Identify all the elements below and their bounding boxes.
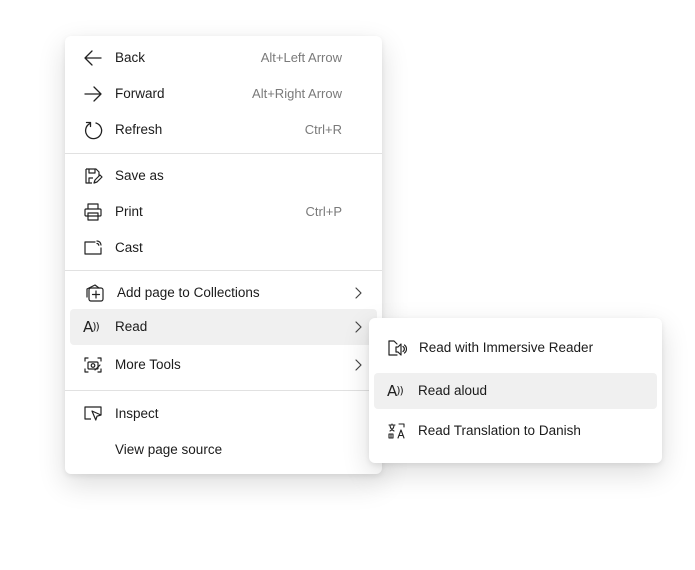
menu-item-immersive-reader[interactable]: Read with Immersive Reader: [374, 330, 657, 366]
menu-item-label: Forward: [115, 86, 165, 101]
menu-item-label: Read Translation to Danish: [418, 423, 581, 438]
inspect-icon: [83, 404, 103, 424]
menu-item-read[interactable]: A)) Read: [70, 309, 377, 345]
menu-item-shortcut: Alt+Right Arrow: [252, 86, 342, 101]
context-menu: Back Alt+Left Arrow Forward Alt+Right Ar…: [65, 36, 382, 474]
refresh-icon: [83, 120, 103, 140]
more-tools-icon: [83, 355, 103, 375]
menu-item-add-to-collections[interactable]: Add page to Collections: [70, 275, 377, 311]
menu-item-print[interactable]: Print Ctrl+P: [70, 194, 377, 230]
chevron-right-icon: [351, 320, 365, 334]
menu-item-label: Inspect: [115, 406, 159, 421]
translate-icon: [387, 421, 407, 441]
cast-icon: [83, 238, 103, 258]
immersive-reader-icon: [387, 338, 407, 358]
menu-item-cast[interactable]: Cast: [70, 230, 377, 266]
menu-item-label: Cast: [115, 240, 143, 255]
menu-item-label: Refresh: [115, 122, 163, 137]
menu-item-label: View page source: [115, 442, 223, 457]
menu-item-label: Back: [115, 50, 146, 65]
read-aloud-icon: A)): [387, 382, 404, 400]
menu-item-forward[interactable]: Forward Alt+Right Arrow: [70, 76, 377, 112]
arrow-left-icon: [83, 48, 103, 68]
menu-item-shortcut: Ctrl+P: [305, 204, 342, 219]
collections-icon: [85, 283, 105, 303]
menu-item-read-translation[interactable]: Read Translation to Danish: [374, 413, 657, 449]
menu-item-back[interactable]: Back Alt+Left Arrow: [70, 40, 377, 76]
read-submenu: Read with Immersive Reader A)) Read alou…: [369, 318, 662, 463]
chevron-right-icon: [351, 358, 365, 372]
chevron-right-icon: [351, 286, 365, 300]
menu-item-save-as[interactable]: Save as: [70, 158, 377, 194]
save-as-icon: [83, 166, 103, 186]
menu-item-shortcut: Ctrl+R: [304, 122, 342, 137]
menu-item-view-page-source[interactable]: View page source: [70, 432, 377, 468]
menu-item-refresh[interactable]: Refresh Ctrl+R: [70, 112, 377, 148]
menu-item-label: Save as: [115, 168, 164, 183]
menu-item-label: Print: [115, 204, 143, 219]
menu-item-label: Read with Immersive Reader: [419, 340, 594, 355]
menu-item-inspect[interactable]: Inspect: [70, 396, 377, 432]
menu-item-more-tools[interactable]: More Tools: [70, 347, 377, 383]
menu-item-shortcut: Alt+Left Arrow: [260, 50, 342, 65]
menu-item-label: Add page to Collections: [117, 285, 260, 300]
menu-item-label: Read: [115, 319, 148, 334]
menu-divider: [65, 153, 382, 154]
menu-divider: [65, 390, 382, 391]
print-icon: [83, 202, 103, 222]
menu-divider: [65, 270, 382, 271]
menu-item-label: Read aloud: [418, 383, 488, 398]
arrow-right-icon: [83, 84, 103, 104]
menu-item-read-aloud[interactable]: A)) Read aloud: [374, 373, 657, 409]
read-aloud-icon: A)): [83, 318, 100, 336]
menu-item-label: More Tools: [115, 357, 181, 372]
